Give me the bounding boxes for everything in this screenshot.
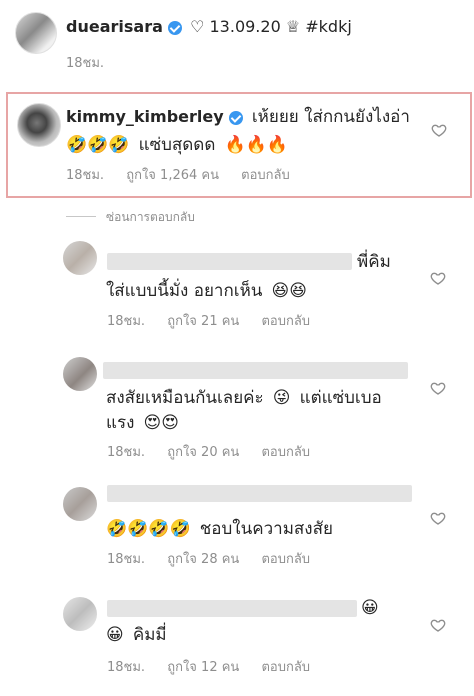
reply-text-b: แต่แซ่บเบอ bbox=[299, 388, 382, 408]
comment-time: 18ชม. bbox=[107, 314, 146, 329]
reply-text: พี่คิม bbox=[357, 252, 391, 272]
comment-time: 18ชม. bbox=[66, 168, 105, 183]
blurred-username bbox=[103, 362, 408, 379]
reply-line-2: แรง 😍😍 bbox=[106, 411, 179, 435]
reply-meta: 18ชม. ถูกใจ 12 คน ตอบกลับ bbox=[107, 656, 328, 677]
reply-avatar[interactable] bbox=[63, 597, 97, 631]
reply-button[interactable]: ตอบกลับ bbox=[261, 552, 310, 567]
commenter-avatar[interactable] bbox=[17, 103, 61, 147]
comment-time: 18ชม. bbox=[107, 660, 146, 675]
grinning-emoji-icon: 😀 bbox=[361, 598, 379, 618]
reply-text: คิมมี่ bbox=[132, 625, 167, 645]
hide-replies-divider bbox=[66, 216, 96, 217]
reply-text: ชอบในความสงสัย bbox=[199, 519, 333, 539]
heart-icon[interactable] bbox=[431, 122, 447, 138]
comment-text-2: แซ่บสุดดด bbox=[138, 135, 216, 155]
grinning-emoji-icon: 😀 bbox=[106, 625, 124, 645]
reply-meta: 18ชม. ถูกใจ 20 คน ตอบกลับ bbox=[107, 441, 328, 462]
blurred-username bbox=[107, 485, 412, 502]
post-caption-line: duearisara ♡ 13.09.20 ♕ #kdkj bbox=[66, 17, 352, 36]
hide-replies-button[interactable]: ซ่อนการตอบกลับ bbox=[106, 208, 195, 227]
reply-meta: 18ชม. ถูกใจ 28 คน ตอบกลับ bbox=[107, 548, 328, 569]
heart-icon[interactable] bbox=[430, 617, 446, 633]
blurred-username bbox=[107, 253, 352, 270]
rofl-emoji-icon: 🤣🤣🤣 bbox=[66, 135, 130, 155]
heart-icon[interactable] bbox=[430, 380, 446, 396]
laughing-emoji-icon: 😆😆 bbox=[271, 281, 307, 301]
reply-button[interactable]: ตอบกลับ bbox=[261, 660, 310, 675]
reply-button[interactable]: ตอบกลับ bbox=[261, 314, 310, 329]
reply-text-2: แรง bbox=[106, 413, 135, 433]
reply-line-2: 😀 คิมมี่ bbox=[106, 623, 167, 647]
highlighted-comment-line1: kimmy_kimberley เห้ยยย ใส่กกนยังไงอ่า bbox=[66, 105, 410, 129]
post-username[interactable]: duearisara bbox=[66, 17, 163, 36]
reply-line-1: สงสัยเหมือนกันเลยค่ะ 😜 แต่แซ่บเบอ bbox=[106, 386, 382, 410]
post-time: 18ชม. bbox=[66, 56, 105, 71]
like-count[interactable]: ถูกใจ 20 คน bbox=[167, 445, 239, 460]
comment-text: เห้ยยย ใส่กกนยังไงอ่า bbox=[251, 107, 410, 127]
heart-eyes-emoji-icon: 😍😍 bbox=[143, 413, 179, 433]
fire-emoji-icon: 🔥🔥🔥 bbox=[224, 135, 289, 155]
comment-time: 18ชม. bbox=[107, 445, 146, 460]
post-caption: ♡ 13.09.20 ♕ #kdkj bbox=[190, 17, 352, 36]
rofl-emoji-icon: 🤣🤣🤣🤣 bbox=[106, 519, 191, 539]
heart-icon[interactable] bbox=[430, 270, 446, 286]
like-count[interactable]: ถูกใจ 1,264 คน bbox=[126, 168, 219, 183]
post-author-avatar[interactable] bbox=[15, 12, 57, 54]
reply-text: สงสัยเหมือนกันเลยค่ะ bbox=[106, 388, 264, 408]
like-count[interactable]: ถูกใจ 12 คน bbox=[167, 660, 239, 675]
blurred-username bbox=[107, 600, 357, 617]
like-count[interactable]: ถูกใจ 21 คน bbox=[167, 314, 239, 329]
highlighted-comment-line2: 🤣🤣🤣 แซ่บสุดดด 🔥🔥🔥 bbox=[66, 133, 288, 157]
verified-badge-icon bbox=[228, 110, 243, 125]
reply-button[interactable]: ตอบกลับ bbox=[241, 168, 290, 183]
reply-button[interactable]: ตอบกลับ bbox=[261, 445, 310, 460]
comment-time: 18ชม. bbox=[107, 552, 146, 567]
reply-avatar[interactable] bbox=[63, 487, 97, 521]
highlighted-comment-meta: 18ชม. ถูกใจ 1,264 คน ตอบกลับ bbox=[66, 164, 308, 185]
verified-badge-icon bbox=[167, 20, 182, 35]
reply-avatar[interactable] bbox=[63, 357, 97, 391]
reply-line-1: 🤣🤣🤣🤣 ชอบในความสงสัย bbox=[106, 517, 333, 541]
like-count[interactable]: ถูกใจ 28 คน bbox=[167, 552, 239, 567]
commenter-username[interactable]: kimmy_kimberley bbox=[66, 107, 224, 126]
reply-meta: 18ชม. ถูกใจ 21 คน ตอบกลับ bbox=[107, 310, 328, 331]
reply-avatar[interactable] bbox=[63, 241, 97, 275]
winking-tongue-emoji-icon: 😜 bbox=[272, 388, 291, 408]
heart-icon[interactable] bbox=[430, 510, 446, 526]
reply-line-2: ใส่แบบนี้มั่ง อยากเห็น 😆😆 bbox=[106, 279, 307, 303]
reply-text-2: ใส่แบบนี้มั่ง อยากเห็น bbox=[106, 281, 263, 301]
